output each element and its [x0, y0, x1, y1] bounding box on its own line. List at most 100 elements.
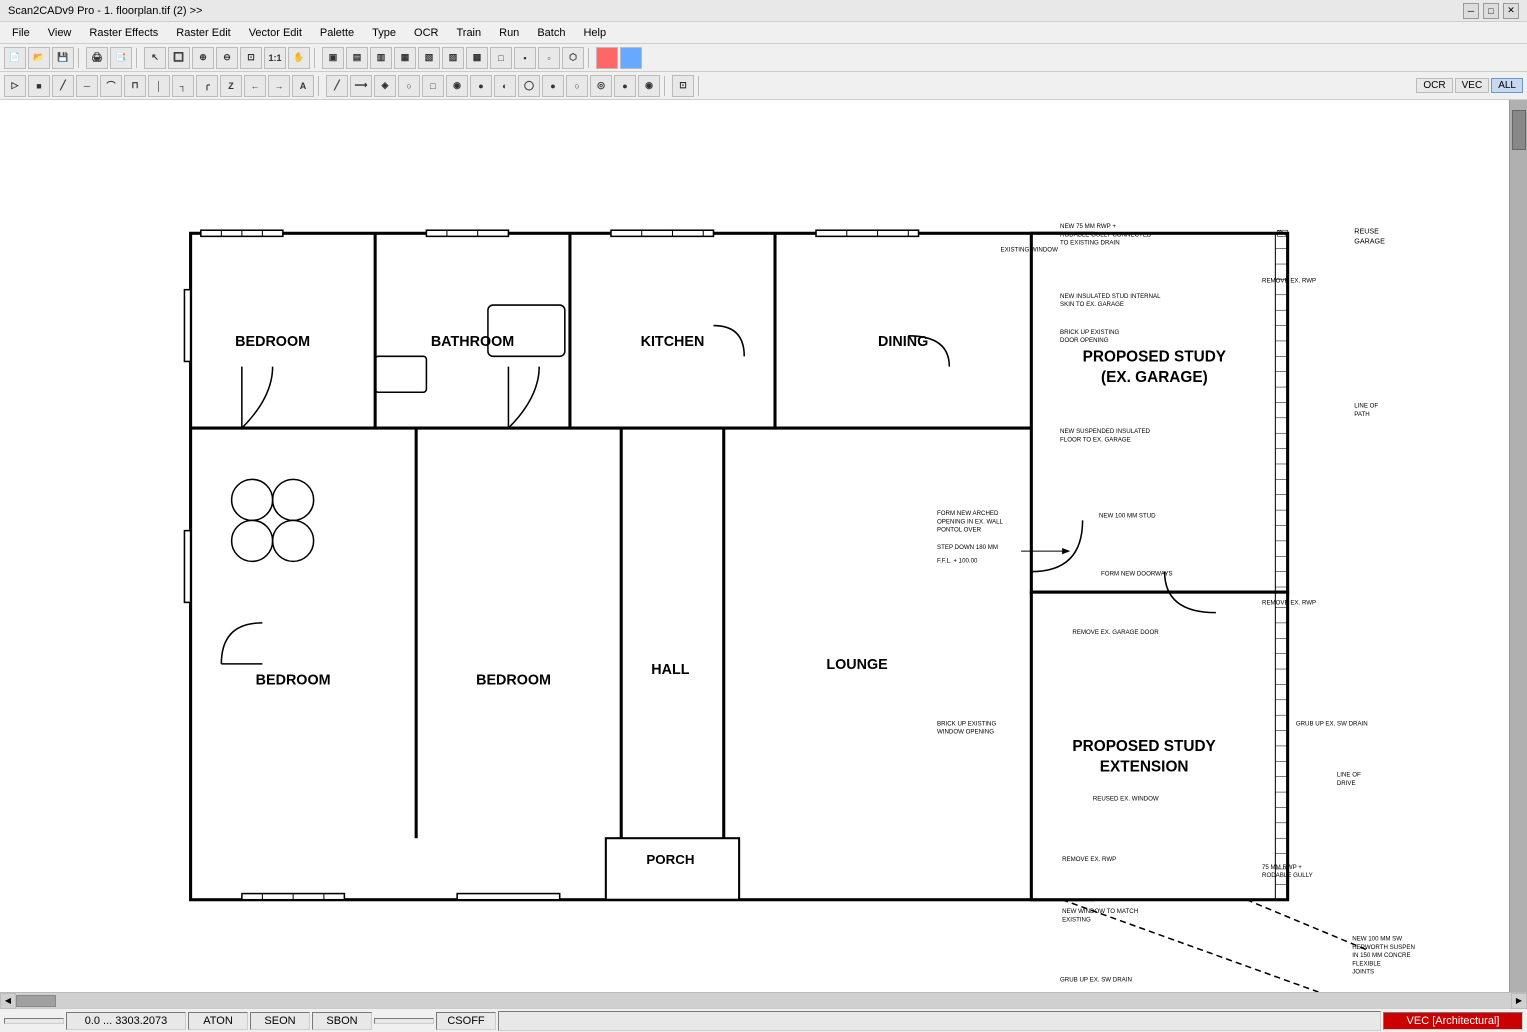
tb2-9[interactable]: ╭ — [196, 75, 218, 97]
tb2-11[interactable]: ← — [244, 75, 266, 97]
svg-text:FLEXIBLE: FLEXIBLE — [1352, 960, 1381, 967]
scroll-right-button[interactable]: ▶ — [1511, 993, 1527, 1009]
svg-text:75 MM RWP +: 75 MM RWP + — [1262, 864, 1302, 871]
menu-run[interactable]: Run — [491, 25, 527, 41]
menu-file[interactable]: File — [4, 25, 38, 41]
tb2-10[interactable]: Z — [220, 75, 242, 97]
svg-text:DRIVE: DRIVE — [1337, 780, 1356, 787]
menu-palette[interactable]: Palette — [312, 25, 362, 41]
tb2-13[interactable]: A — [292, 75, 314, 97]
sep1 — [78, 48, 82, 68]
tb2-27[interactable]: ◉ — [638, 75, 660, 97]
svg-text:REUSED EX. WINDOW: REUSED EX. WINDOW — [1093, 795, 1159, 802]
tb2-17[interactable]: ○ — [398, 75, 420, 97]
close-button[interactable]: ✕ — [1503, 3, 1519, 19]
tb2-2[interactable]: ■ — [28, 75, 50, 97]
tb-r3[interactable]: ▥ — [370, 47, 392, 69]
tb-r2[interactable]: ▤ — [346, 47, 368, 69]
zoom-out[interactable]: ⊖ — [216, 47, 238, 69]
minimize-button[interactable]: ─ — [1463, 3, 1479, 19]
tb2-21[interactable]: ◐ — [494, 75, 516, 97]
svg-text:DOOR OPENING: DOOR OPENING — [1060, 337, 1109, 344]
zoom-window[interactable]: 🔲 — [168, 47, 190, 69]
canvas-area[interactable]: BEDROOM BATHROOM KITCHEN DINING BEDROOM … — [0, 100, 1509, 992]
sep2 — [136, 48, 140, 68]
svg-text:EXTENSION: EXTENSION — [1100, 759, 1189, 776]
svg-text:LOUNGE: LOUNGE — [826, 657, 887, 673]
ocr-button[interactable]: OCR — [1416, 78, 1452, 93]
tb-r5[interactable]: ▧ — [418, 47, 440, 69]
zoom-fit[interactable]: ⊡ — [240, 47, 262, 69]
new-button[interactable]: 📄 — [4, 47, 26, 69]
color-picker2[interactable] — [620, 47, 642, 69]
tb2-25[interactable]: ◎ — [590, 75, 612, 97]
sep4 — [588, 48, 592, 68]
vec-button[interactable]: VEC — [1455, 78, 1490, 93]
tb2-23[interactable]: ● — [542, 75, 564, 97]
tb2-18[interactable]: □ — [422, 75, 444, 97]
tb2-6[interactable]: ⊓ — [124, 75, 146, 97]
tb-r4[interactable]: ▦ — [394, 47, 416, 69]
tb2-28[interactable]: ⊡ — [672, 75, 694, 97]
svg-text:GRUB UP EX. SW DRAIN: GRUB UP EX. SW DRAIN — [1296, 720, 1368, 727]
menu-raster-effects[interactable]: Raster Effects — [81, 25, 166, 41]
tb2-15[interactable]: ⟶ — [350, 75, 372, 97]
zoom-in[interactable]: ⊕ — [192, 47, 214, 69]
horizontal-scrollbar-thumb[interactable] — [16, 995, 56, 1007]
tb-r8[interactable]: □ — [490, 47, 512, 69]
menu-help[interactable]: Help — [575, 25, 614, 41]
maximize-button[interactable]: □ — [1483, 3, 1499, 19]
csoff-panel[interactable]: CSOFF — [436, 1012, 496, 1030]
tb2-1[interactable]: ▷ — [4, 75, 26, 97]
tb-r7[interactable]: ▩ — [466, 47, 488, 69]
tb2-19[interactable]: ◉ — [446, 75, 468, 97]
tb2-14[interactable]: ╱ — [326, 75, 348, 97]
horizontal-scrollbar-track[interactable] — [16, 993, 1511, 1008]
svg-text:BRICK UP EXISTING: BRICK UP EXISTING — [1060, 329, 1119, 336]
svg-text:PATH: PATH — [1354, 411, 1369, 418]
color-picker[interactable] — [596, 47, 618, 69]
coordinates-display: 0.0 ... 3303.2073 — [66, 1012, 186, 1030]
tb2-16[interactable]: ◈ — [374, 75, 396, 97]
tb2-3[interactable]: ╱ — [52, 75, 74, 97]
print2-button[interactable]: 📑 — [110, 47, 132, 69]
tb2-26[interactable]: ● — [614, 75, 636, 97]
open-button[interactable]: 📂 — [28, 47, 50, 69]
tb2-20[interactable]: ● — [470, 75, 492, 97]
svg-text:NEW WINDOW TO MATCH: NEW WINDOW TO MATCH — [1062, 908, 1138, 915]
tb2-4[interactable]: ─ — [76, 75, 98, 97]
tb-r9[interactable]: ▪ — [514, 47, 536, 69]
app-title: Scan2CADv9 Pro - 1. floorplan.tif (2) >> — [8, 5, 202, 17]
menu-view[interactable]: View — [40, 25, 80, 41]
save-button[interactable]: 💾 — [52, 47, 74, 69]
tb-r6[interactable]: ▨ — [442, 47, 464, 69]
print-button[interactable]: 🖨 — [86, 47, 108, 69]
zoom-1-1[interactable]: 1:1 — [264, 47, 286, 69]
aton-panel[interactable]: ATON — [188, 1012, 248, 1030]
tb2-8[interactable]: ┐ — [172, 75, 194, 97]
cursor-button[interactable]: ↖ — [144, 47, 166, 69]
menu-train[interactable]: Train — [448, 25, 489, 41]
pan[interactable]: ✋ — [288, 47, 310, 69]
svg-text:PROPOSED STUDY: PROPOSED STUDY — [1072, 738, 1215, 755]
vertical-scrollbar-thumb[interactable] — [1512, 110, 1526, 150]
seon-panel[interactable]: SEON — [250, 1012, 310, 1030]
sbon-panel[interactable]: SBON — [312, 1012, 372, 1030]
tb2-12[interactable]: → — [268, 75, 290, 97]
menu-raster-edit[interactable]: Raster Edit — [168, 25, 238, 41]
tb2-5[interactable]: ⌒ — [100, 75, 122, 97]
tb2-24[interactable]: ○ — [566, 75, 588, 97]
scroll-left-button[interactable]: ◀ — [0, 993, 16, 1009]
menu-ocr[interactable]: OCR — [406, 25, 446, 41]
menu-batch[interactable]: Batch — [529, 25, 573, 41]
tb-r11[interactable]: ⬡ — [562, 47, 584, 69]
tb-r10[interactable]: ▫ — [538, 47, 560, 69]
menu-vector-edit[interactable]: Vector Edit — [241, 25, 310, 41]
tb2-22[interactable]: ◯ — [518, 75, 540, 97]
tb-r1[interactable]: ▣ — [322, 47, 344, 69]
svg-text:BATHROOM: BATHROOM — [431, 334, 514, 350]
all-button[interactable]: ALL — [1491, 78, 1523, 93]
menu-type[interactable]: Type — [364, 25, 404, 41]
menu-bar: File View Raster Effects Raster Edit Vec… — [0, 22, 1527, 44]
tb2-7[interactable]: │ — [148, 75, 170, 97]
